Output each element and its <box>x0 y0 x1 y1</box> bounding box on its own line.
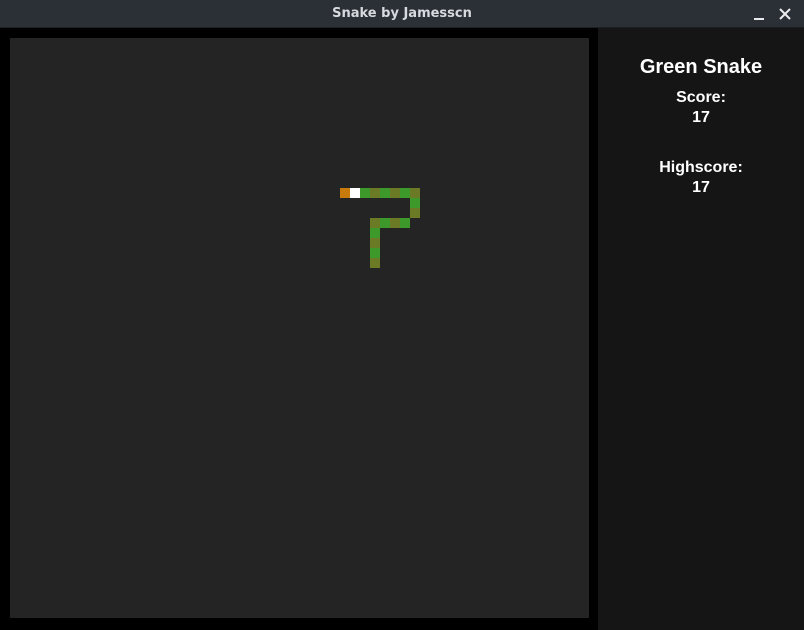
food-pellet <box>340 188 350 198</box>
snake-segment <box>400 218 410 228</box>
snake-segment <box>380 188 390 198</box>
snake-segment <box>410 198 420 208</box>
score-value: 17 <box>692 109 710 126</box>
snake-segment <box>360 188 370 198</box>
snake-segment <box>370 218 380 228</box>
snake-segment <box>370 188 380 198</box>
close-icon <box>779 8 791 20</box>
game-window: Snake by Jamesscn Green Snake Score: 17 … <box>0 0 804 630</box>
score-panel: Green Snake Score: 17 Highscore: 17 <box>598 28 804 630</box>
highscore-value: 17 <box>692 179 710 196</box>
score-label: Score: <box>676 89 726 106</box>
snake-segment <box>390 218 400 228</box>
snake-segment <box>410 188 420 198</box>
player-name: Green Snake <box>639 56 763 78</box>
minimize-button[interactable] <box>749 4 769 24</box>
snake-segment <box>380 218 390 228</box>
snake-segment <box>370 238 380 248</box>
minimize-icon <box>754 18 764 20</box>
snake-head <box>350 188 360 198</box>
title-bar[interactable]: Snake by Jamesscn <box>0 0 804 28</box>
snake-segment <box>370 228 380 238</box>
snake-segment <box>390 188 400 198</box>
close-button[interactable] <box>775 4 795 24</box>
snake-segment <box>400 188 410 198</box>
snake-segment <box>410 208 420 218</box>
snake-segment <box>370 258 380 268</box>
window-title: Snake by Jamesscn <box>332 6 472 21</box>
snake-segment <box>370 248 380 258</box>
highscore-label: Highscore: <box>659 159 743 176</box>
game-board[interactable] <box>10 38 589 618</box>
